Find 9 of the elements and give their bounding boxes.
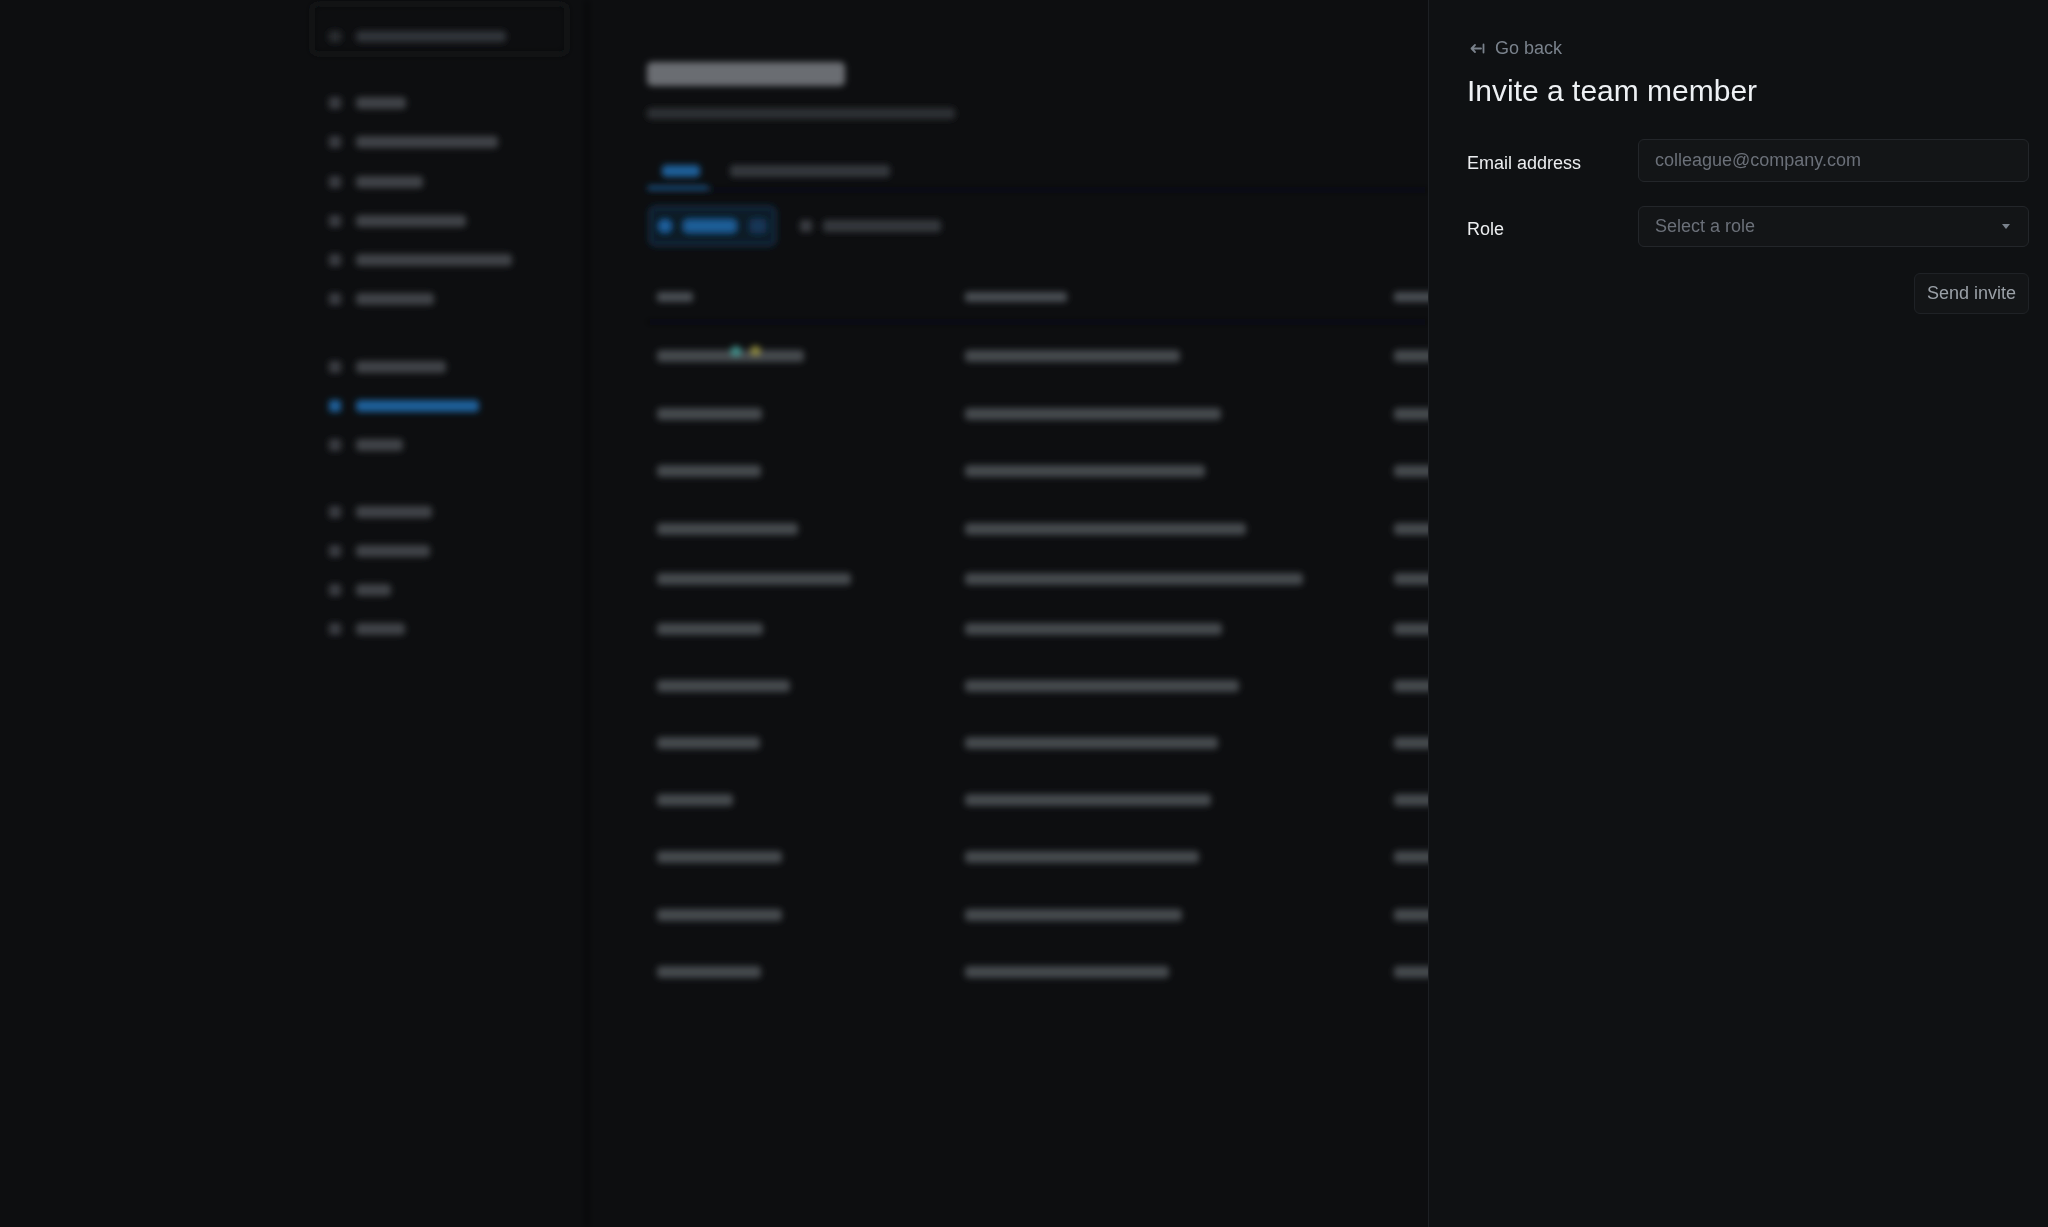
caret-icon [2002,224,2010,229]
send-invite-button[interactable]: Send invite [1913,273,2029,314]
input-field[interactable]: colleague@company.com [1638,139,2029,182]
panel-title: Invite a team member [1467,73,1759,109]
field-label: Role [1467,218,1506,240]
select-dropdown[interactable]: Select a role [1638,206,2029,247]
field-label: Email address [1467,152,1583,174]
go-back-link[interactable]: Go back [1467,37,1563,59]
back-arrow-icon [1470,42,1485,54]
